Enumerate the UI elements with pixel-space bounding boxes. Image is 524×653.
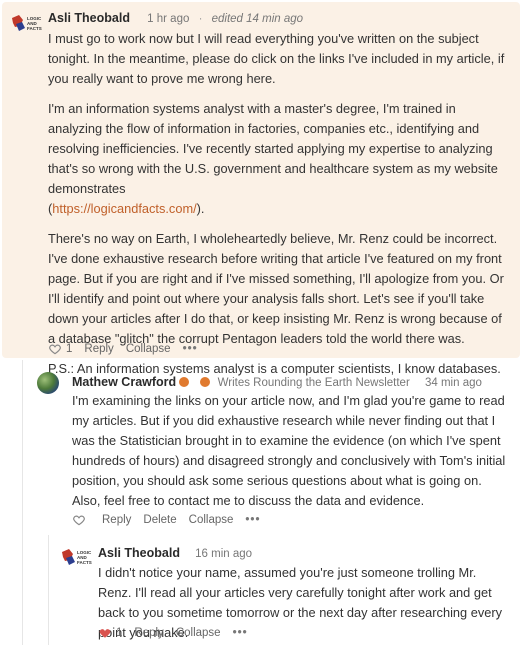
author-name[interactable]: Mathew Crawford <box>72 375 176 389</box>
collapse-button[interactable]: Collapse <box>176 627 221 639</box>
timestamp[interactable]: 16 min ago <box>195 548 252 560</box>
comment-paragraph-link-line: (https://logicandfacts.com/). <box>48 201 205 216</box>
more-options-button[interactable]: ••• <box>183 343 198 355</box>
newsletter-icon <box>200 376 211 387</box>
comment-meta: Asli Theobald 1 hr ago · edited 14 min a… <box>48 11 304 25</box>
reply-button[interactable]: Reply <box>134 627 163 639</box>
author-name[interactable]: Asli Theobald <box>98 546 180 560</box>
globe-avatar[interactable] <box>37 372 59 394</box>
like-button[interactable] <box>72 513 90 527</box>
reply-button[interactable]: Reply <box>84 343 113 355</box>
timestamp[interactable]: 1 hr ago <box>147 13 189 25</box>
comment-body: I must go to work now but I will read ev… <box>48 29 512 389</box>
timestamp[interactable]: 34 min ago <box>425 377 482 389</box>
heart-outline-icon <box>73 515 85 526</box>
comment-meta: Mathew Crawford Writes Rounding the Eart… <box>72 375 482 389</box>
verified-badge-icon <box>179 376 190 387</box>
comment-paragraph: There's no way on Earth, I wholeheartedl… <box>48 231 504 346</box>
more-options-button[interactable]: ••• <box>245 514 260 526</box>
newsletter-label[interactable]: Writes Rounding the Earth Newsletter <box>218 377 410 389</box>
svg-text:FACTS: FACTS <box>27 26 42 31</box>
delete-button[interactable]: Delete <box>143 514 176 526</box>
thread-line <box>48 535 49 645</box>
like-count: 1 <box>116 627 123 639</box>
comment-thread: LOGIC AND FACTS Asli Theobald 1 hr ago ·… <box>0 0 524 645</box>
collapse-button[interactable]: Collapse <box>189 514 234 526</box>
like-count: 1 <box>66 343 73 355</box>
like-button[interactable]: 1 <box>48 342 72 356</box>
comment-actions: Reply Delete Collapse ••• <box>72 513 273 527</box>
author-name[interactable]: Asli Theobald <box>48 11 130 25</box>
comment-actions: 1 Reply Collapse ••• <box>48 342 210 356</box>
logic-and-facts-logo-avatar[interactable]: LOGIC AND FACTS <box>10 12 44 34</box>
heart-filled-icon <box>99 629 111 638</box>
edited-label: edited 14 min ago <box>211 13 304 25</box>
comment-body: I'm examining the links on your article … <box>72 391 512 521</box>
website-link[interactable]: https://logicandfacts.com/ <box>52 201 196 216</box>
collapse-button[interactable]: Collapse <box>126 343 171 355</box>
comment-paragraph: I'm an information systems analyst with … <box>48 101 498 196</box>
heart-outline-icon <box>49 344 61 355</box>
comment-actions: 1 Reply Collapse ••• <box>98 626 260 640</box>
logic-and-facts-logo-avatar[interactable]: LOGIC AND FACTS <box>60 546 94 568</box>
more-options-button[interactable]: ••• <box>233 627 248 639</box>
comment-highlighted: LOGIC AND FACTS Asli Theobald 1 hr ago ·… <box>2 2 520 376</box>
reply-button[interactable]: Reply <box>102 514 131 526</box>
comment-paragraph: I'm examining the links on your article … <box>72 393 506 508</box>
thread-line <box>22 360 23 645</box>
comment-paragraph: I must go to work now but I will read ev… <box>48 31 505 86</box>
comment-meta: Asli Theobald 16 min ago <box>98 546 252 560</box>
svg-text:FACTS: FACTS <box>77 560 92 565</box>
like-button[interactable]: 1 <box>98 626 122 640</box>
